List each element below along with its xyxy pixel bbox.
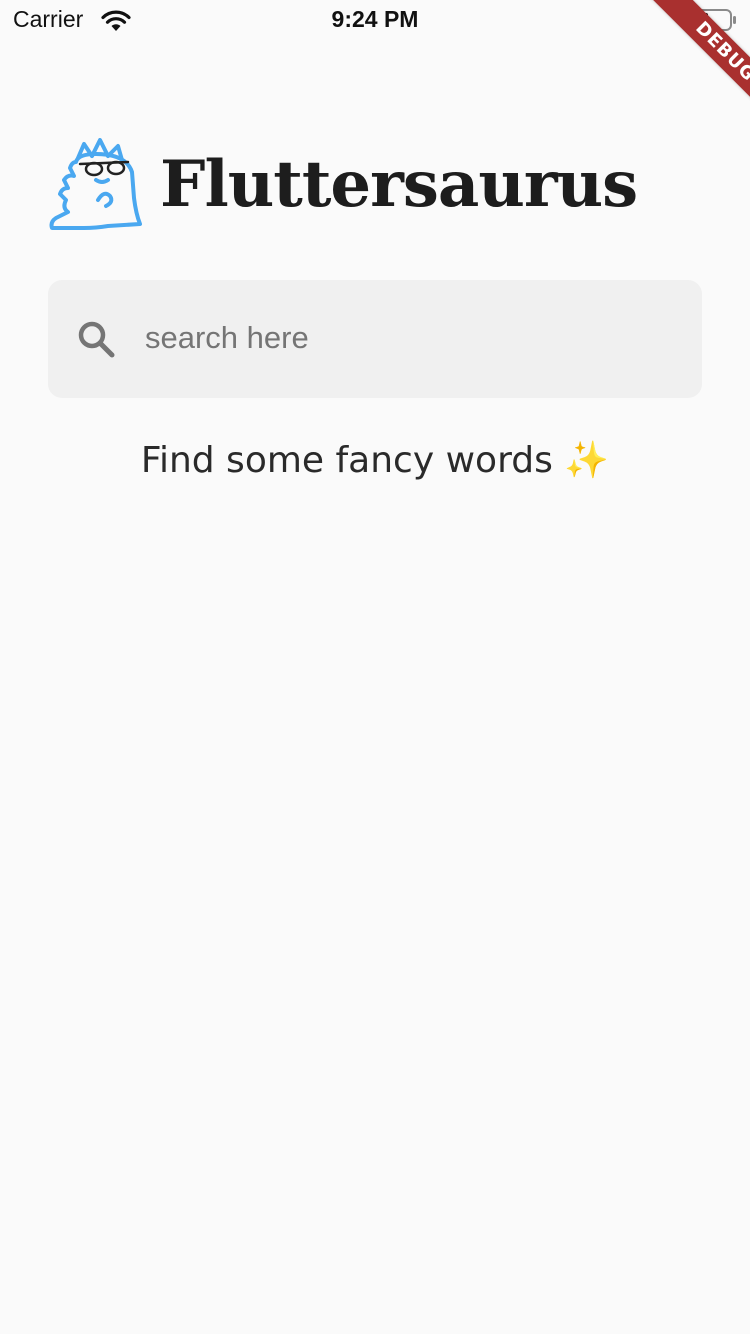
app-header: Fluttersaurus xyxy=(48,138,638,232)
empty-state-hint: Find some fancy words ✨ xyxy=(0,436,750,486)
app-title: Fluttersaurus xyxy=(160,147,638,222)
status-bar: Carrier 9:24 PM xyxy=(0,0,750,40)
search-input[interactable] xyxy=(145,315,685,361)
status-time: 9:24 PM xyxy=(331,6,419,32)
battery-icon xyxy=(689,9,736,31)
search-icon xyxy=(78,321,115,358)
dinosaur-logo-icon xyxy=(49,138,142,230)
hint-text: Find some fancy words xyxy=(140,440,553,481)
sparkles-icon: ✨ xyxy=(564,440,610,481)
